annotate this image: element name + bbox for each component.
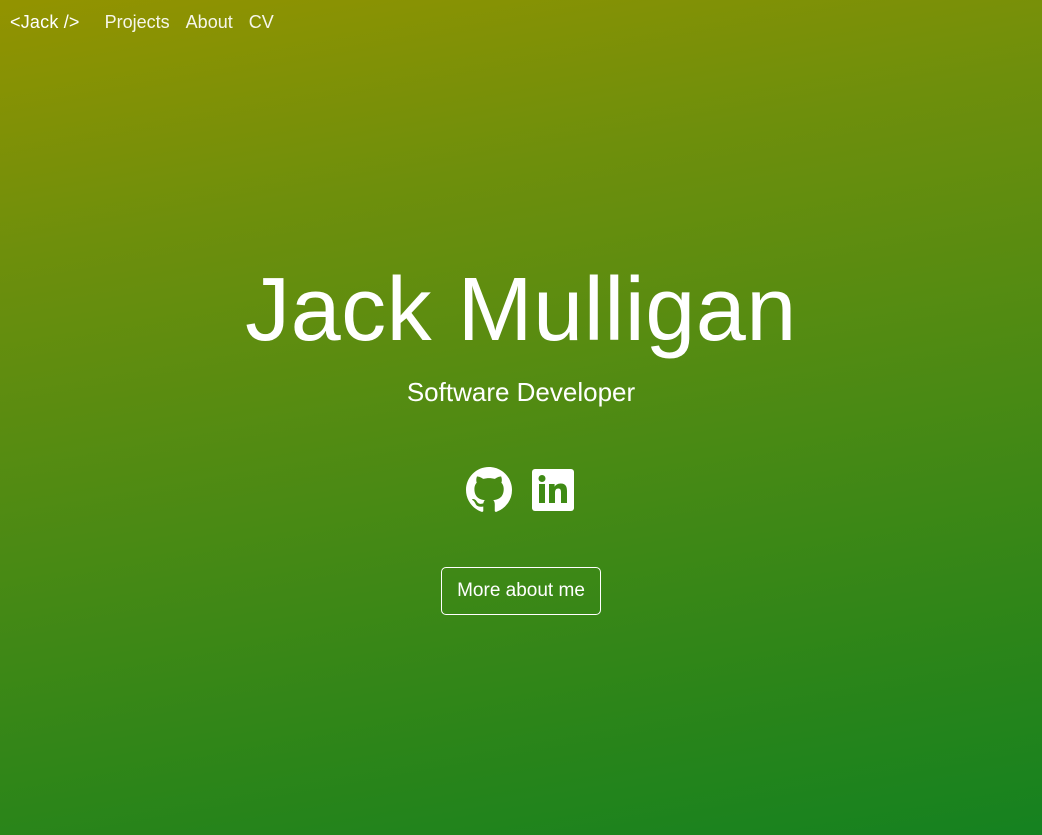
hero-name: Jack Mulligan <box>245 260 797 360</box>
more-about-me-button[interactable]: More about me <box>441 567 601 615</box>
github-icon <box>466 467 512 513</box>
hero-role: Software Developer <box>406 377 636 407</box>
github-link[interactable] <box>466 467 512 513</box>
nav-link-projects[interactable]: Projects <box>105 12 170 33</box>
nav-link-cv[interactable]: CV <box>249 12 274 33</box>
linkedin-link[interactable] <box>530 467 576 513</box>
social-links <box>0 467 1042 513</box>
hero-section: Jack Mulligan Software Developer More ab… <box>0 255 1042 615</box>
top-navbar: <Jack /> Projects About CV <box>0 0 290 44</box>
nav-link-about[interactable]: About <box>186 12 233 33</box>
brand-logo-link[interactable]: <Jack /> <box>10 12 80 33</box>
linkedin-icon <box>530 467 576 513</box>
